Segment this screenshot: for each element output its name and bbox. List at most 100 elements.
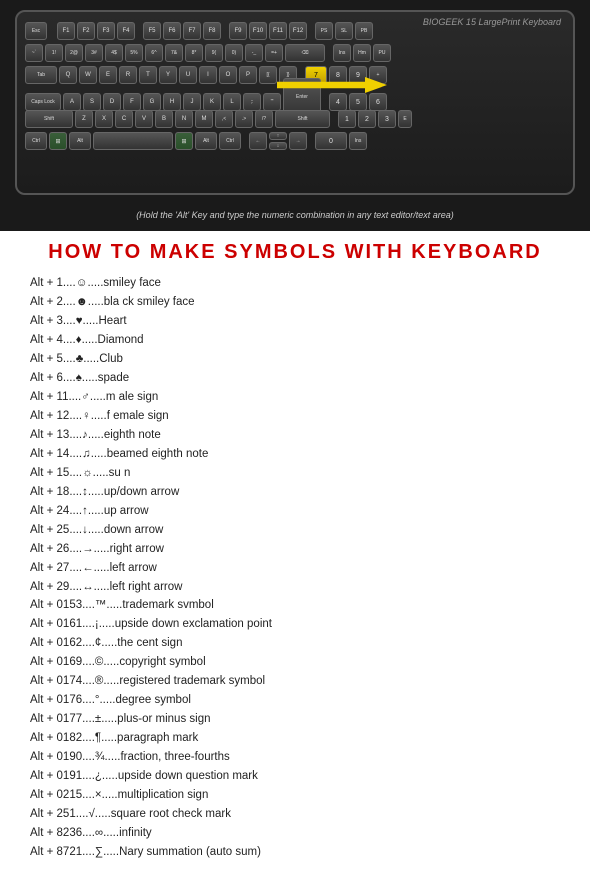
- kb-key-1[interactable]: 1!: [45, 44, 63, 62]
- kb-key-f4[interactable]: F4: [117, 22, 135, 40]
- kb-key-numpad-enter[interactable]: E: [398, 110, 412, 128]
- kb-arrow-down[interactable]: ↓: [269, 142, 287, 150]
- kb-key-space[interactable]: [93, 132, 173, 150]
- kb-key-2-numpad[interactable]: 2: [358, 110, 376, 128]
- kb-key-pu[interactable]: PU: [373, 44, 391, 62]
- kb-key-f10[interactable]: F10: [249, 22, 267, 40]
- kb-key-f[interactable]: F: [123, 93, 141, 111]
- kb-key-8[interactable]: 8*: [185, 44, 203, 62]
- kb-key-f11[interactable]: F11: [269, 22, 287, 40]
- kb-key-i[interactable]: I: [199, 66, 217, 84]
- kb-key-3-numpad[interactable]: 3: [378, 110, 396, 128]
- kb-key-f7[interactable]: F7: [183, 22, 201, 40]
- kb-key-alt-r[interactable]: Alt: [195, 132, 217, 150]
- kb-key-5[interactable]: 5%: [125, 44, 143, 62]
- list-item: Alt + 15....☼.....su n: [30, 464, 560, 483]
- kb-key-q[interactable]: Q: [59, 66, 77, 84]
- kb-key-m[interactable]: M: [195, 110, 213, 128]
- kb-key-f9[interactable]: F9: [229, 22, 247, 40]
- kb-key-minus[interactable]: -_: [245, 44, 263, 62]
- kb-key-win-l[interactable]: ⊞: [49, 132, 67, 150]
- kb-key-semicolon[interactable]: ;:: [243, 93, 261, 111]
- keyboard-section: BIOGEEK 15 LargePrint Keyboard Esc F1 F2…: [0, 0, 590, 200]
- list-item: Alt + 24....↑.....up arrow: [30, 502, 560, 521]
- kb-key-u[interactable]: U: [179, 66, 197, 84]
- kb-key-6[interactable]: 6^: [145, 44, 163, 62]
- kb-key-b[interactable]: B: [155, 110, 173, 128]
- kb-key-ctrl-r[interactable]: Ctrl: [219, 132, 241, 150]
- kb-key-f2[interactable]: F2: [77, 22, 95, 40]
- kb-key-period[interactable]: .>: [235, 110, 253, 128]
- kb-key-ctrl-l[interactable]: Ctrl: [25, 132, 47, 150]
- kb-key-ps[interactable]: PS: [315, 22, 333, 40]
- keyboard-image: BIOGEEK 15 LargePrint Keyboard Esc F1 F2…: [15, 10, 575, 195]
- kb-key-e[interactable]: E: [99, 66, 117, 84]
- yellow-arrow: [277, 77, 387, 93]
- list-item: Alt + 3....♥.....Heart: [30, 312, 560, 331]
- kb-key-tab[interactable]: Tab: [25, 66, 57, 84]
- kb-key-g[interactable]: G: [143, 93, 161, 111]
- kb-key-sl[interactable]: SL: [335, 22, 353, 40]
- kb-key-ins[interactable]: Ins: [333, 44, 351, 62]
- kb-key-r[interactable]: R: [119, 66, 137, 84]
- kb-key-f8[interactable]: F8: [203, 22, 221, 40]
- kb-key-n[interactable]: N: [175, 110, 193, 128]
- kb-key-0-numpad[interactable]: 0: [315, 132, 347, 150]
- kb-key-p[interactable]: P: [239, 66, 257, 84]
- list-item: Alt + 0161....¡.....upside down exclamat…: [30, 615, 560, 634]
- kb-arrow-left[interactable]: ←: [249, 132, 267, 150]
- kb-key-shift-r[interactable]: Shift: [275, 110, 330, 128]
- kb-key-backspace[interactable]: ⌫: [285, 44, 325, 62]
- kb-key-k[interactable]: K: [203, 93, 221, 111]
- kb-key-2[interactable]: 2@: [65, 44, 83, 62]
- kb-key-y[interactable]: Y: [159, 66, 177, 84]
- kb-key-0[interactable]: 0): [225, 44, 243, 62]
- kb-key-esc[interactable]: Esc: [25, 22, 47, 40]
- kb-key-shift-l[interactable]: Shift: [25, 110, 73, 128]
- kb-key-c[interactable]: C: [115, 110, 133, 128]
- kb-key-x[interactable]: X: [95, 110, 113, 128]
- kb-arrow-right[interactable]: →: [289, 132, 307, 150]
- kb-key-f12[interactable]: F12: [289, 22, 307, 40]
- kb-key-plus[interactable]: =+: [265, 44, 283, 62]
- list-item: Alt + 29....↔.....left right arrow: [30, 578, 560, 597]
- list-item: Alt + 25....↓.....down arrow: [30, 521, 560, 540]
- kb-key-f5[interactable]: F5: [143, 22, 161, 40]
- kb-key-f3[interactable]: F3: [97, 22, 115, 40]
- kb-key-a[interactable]: A: [63, 93, 81, 111]
- kb-key-ins-numpad[interactable]: Ins: [349, 132, 367, 150]
- kb-key-hm[interactable]: Hm: [353, 44, 371, 62]
- kb-key-9[interactable]: 9(: [205, 44, 223, 62]
- kb-key-s[interactable]: S: [83, 93, 101, 111]
- list-item: Alt + 6....♠.....spade: [30, 369, 560, 388]
- kb-key-l[interactable]: L: [223, 93, 241, 111]
- kb-key-f1[interactable]: F1: [57, 22, 75, 40]
- kb-key-f6[interactable]: F6: [163, 22, 181, 40]
- kb-key-7[interactable]: 7&: [165, 44, 183, 62]
- kb-key-comma[interactable]: ,<: [215, 110, 233, 128]
- kb-key-alt-l[interactable]: Alt: [69, 132, 91, 150]
- list-item: Alt + 0153....™.....trademark svmbol: [30, 596, 560, 615]
- kb-key-j[interactable]: J: [183, 93, 201, 111]
- list-item: Alt + 1....☺.....smiley face: [30, 274, 560, 293]
- kb-key-1-numpad[interactable]: 1: [338, 110, 356, 128]
- kb-key-win-r[interactable]: ⊞: [175, 132, 193, 150]
- kb-key-caps[interactable]: Caps Lock: [25, 93, 61, 111]
- kb-key-3[interactable]: 3#: [85, 44, 103, 62]
- kb-key-v[interactable]: V: [135, 110, 153, 128]
- kb-key-bracket-l[interactable]: [{: [259, 66, 277, 84]
- kb-arrow-up[interactable]: ↑: [269, 132, 287, 140]
- list-item: Alt + 27....←.....left arrow: [30, 559, 560, 578]
- kb-key-w[interactable]: W: [79, 66, 97, 84]
- kb-key-h[interactable]: H: [163, 93, 181, 111]
- kb-key-slash[interactable]: /?: [255, 110, 273, 128]
- caption-bar: (Hold the 'Alt' Key and type the numeric…: [0, 200, 590, 231]
- kb-key-4[interactable]: 4$: [105, 44, 123, 62]
- kb-key-tilde[interactable]: ~`: [25, 44, 43, 62]
- kb-key-pb[interactable]: PB: [355, 22, 373, 40]
- kb-key-z[interactable]: Z: [75, 110, 93, 128]
- kb-key-t[interactable]: T: [139, 66, 157, 84]
- kb-key-o[interactable]: O: [219, 66, 237, 84]
- kb-key-d[interactable]: D: [103, 93, 121, 111]
- main-title: HOW TO MAKE SYMBOLS WITH KEYBOARD: [0, 241, 590, 264]
